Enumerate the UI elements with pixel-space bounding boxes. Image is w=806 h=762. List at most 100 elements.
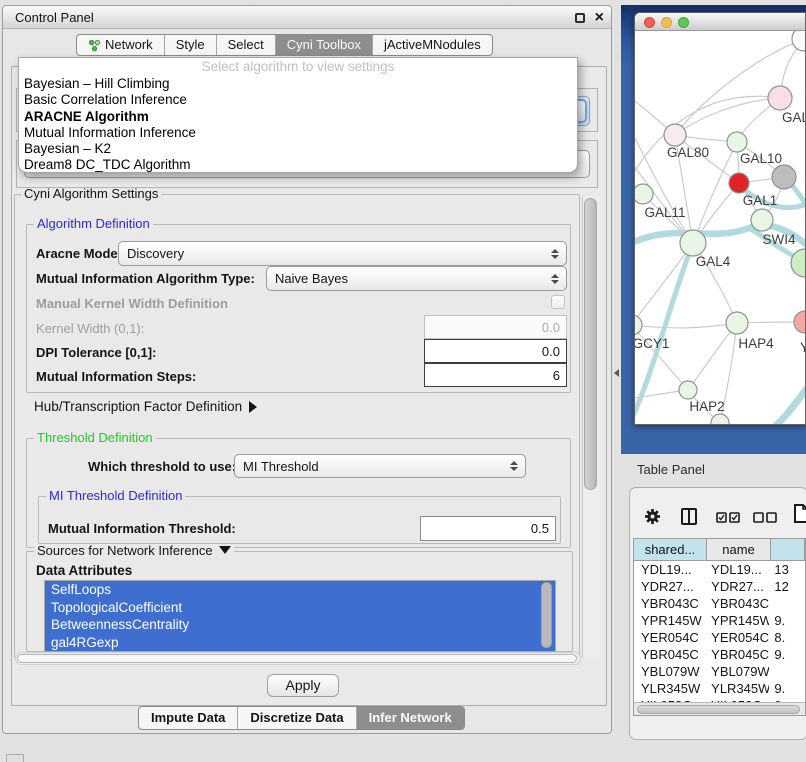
apply-button[interactable]: Apply	[267, 674, 339, 697]
tab-infer-network[interactable]: Infer Network	[356, 707, 464, 729]
list-scrollbar-thumb[interactable]	[541, 582, 552, 648]
network-node[interactable]	[772, 165, 796, 189]
close-traffic-light-icon[interactable]	[644, 17, 655, 28]
tab-impute-data[interactable]: Impute Data	[139, 707, 237, 729]
which-threshold-combobox[interactable]: MI Threshold	[234, 454, 526, 478]
data-attributes-label: Data Attributes	[36, 563, 132, 578]
zoom-traffic-light-icon[interactable]	[678, 17, 689, 28]
select-all-checkboxes-icon[interactable]	[716, 512, 740, 523]
network-node[interactable]	[768, 86, 792, 110]
network-node-label: SWI4	[762, 232, 795, 247]
network-node[interactable]	[726, 312, 748, 334]
network-node-label: GAL4	[696, 254, 731, 269]
network-window-titlebar[interactable]	[635, 13, 805, 31]
aracne-mode-value: Discovery	[127, 246, 184, 261]
table-cell: YLR345W	[634, 680, 706, 697]
network-node[interactable]	[711, 414, 729, 425]
network-node[interactable]	[727, 132, 747, 152]
table-settings-gear-icon[interactable]	[644, 508, 661, 525]
network-node-label: GAL1	[743, 193, 778, 208]
list-item[interactable]: SelfLoops	[45, 581, 555, 599]
sources-group-title[interactable]: Sources for Network Inference	[34, 544, 234, 558]
splitpane-collapse-icon[interactable]	[614, 369, 619, 377]
list-item[interactable]: gal4RGexp	[45, 634, 555, 652]
network-canvas[interactable]: GALGAL80GAL10GAL1GAL11SWI4GAL4GCY1HAP4YH…	[635, 31, 805, 424]
network-node[interactable]	[635, 315, 642, 335]
tab-cyni-toolbox[interactable]: Cyni Toolbox	[275, 35, 372, 55]
close-icon[interactable]: ×	[595, 7, 604, 28]
minimized-panel-widget[interactable]	[6, 754, 24, 762]
settings-vscrollbar-thumb[interactable]	[584, 198, 597, 490]
table-row[interactable]: YLR345WYLR345W9.	[634, 680, 805, 697]
tab-label: Style	[176, 37, 205, 53]
table-cell: YDR27...	[634, 578, 706, 595]
algorithm-option[interactable]: Bayesian – K2	[19, 141, 577, 157]
float-window-icon[interactable]	[575, 13, 585, 23]
table-cell	[769, 595, 805, 612]
network-node-label: GCY1	[635, 336, 669, 351]
hub-definition-expander[interactable]: Hub/Transcription Factor Definition	[34, 399, 257, 414]
table-cell: 9.	[769, 612, 805, 629]
table-hscrollbar-thumb[interactable]	[637, 705, 800, 714]
table-row[interactable]: YER054CYER054C8.	[634, 629, 805, 646]
list-item[interactable]: BetweennessCentrality	[45, 616, 555, 634]
algorithm-option[interactable]: Basic Correlation Inference	[19, 92, 577, 108]
settings-hscrollbar-thumb[interactable]	[17, 654, 577, 663]
network-node[interactable]	[680, 230, 706, 256]
table-cell: 8.	[769, 629, 805, 646]
tab-label: Infer Network	[369, 710, 452, 726]
threshold-definition-title: Threshold Definition	[34, 431, 156, 445]
network-node[interactable]	[664, 124, 686, 146]
aracne-mode-combobox[interactable]: Discovery	[118, 241, 567, 266]
network-node[interactable]	[792, 31, 806, 51]
network-node[interactable]	[729, 173, 749, 193]
column-header-shared-name[interactable]: shared...	[634, 539, 707, 560]
list-item[interactable]: TopologicalCoefficient	[45, 599, 555, 617]
table-cell: YBR045C	[706, 646, 769, 663]
column-header-name[interactable]: name	[707, 539, 771, 560]
table-row[interactable]: YPR145WYPR145W9.	[634, 612, 805, 629]
minimize-traffic-light-icon[interactable]	[661, 17, 672, 28]
network-view-window[interactable]: GALGAL80GAL10GAL1GAL11SWI4GAL4GCY1HAP4YH…	[634, 12, 806, 425]
algorithm-option-selected[interactable]: ARACNE Algorithm	[19, 109, 577, 125]
expand-right-icon	[249, 401, 257, 413]
network-node[interactable]	[794, 311, 806, 333]
which-threshold-value: MI Threshold	[243, 459, 319, 474]
table-body: YDL19...YDL19...13YDR27...YDR27...12YBR0…	[634, 561, 805, 704]
tab-label: Cyni Toolbox	[287, 37, 361, 53]
network-node[interactable]	[751, 209, 773, 231]
algorithm-dropdown-popup: Select algorithm to view settings Bayesi…	[18, 57, 578, 173]
tab-select[interactable]: Select	[216, 35, 275, 55]
cyni-bottom-tabbar: Impute Data Discretize Data Infer Networ…	[138, 706, 465, 730]
network-node-label: GAL	[782, 110, 806, 125]
data-attributes-list[interactable]: SelfLoops TopologicalCoefficient Between…	[44, 580, 556, 652]
table-hscrollbar-track[interactable]	[634, 702, 805, 715]
tab-network[interactable]: Network	[77, 35, 164, 55]
export-table-icon[interactable]	[794, 504, 806, 523]
tab-style[interactable]: Style	[164, 35, 216, 55]
mi-steps-field[interactable]: 6	[424, 363, 567, 387]
tab-discretize-data[interactable]: Discretize Data	[237, 707, 355, 729]
table-row[interactable]: YDL19...YDL19...13	[634, 561, 805, 578]
algorithm-option[interactable]: Bayesian – Hill Climbing	[19, 76, 577, 92]
table-row[interactable]: YDR27...YDR27...12	[634, 578, 805, 595]
table-columns-icon[interactable]	[681, 508, 697, 525]
deselect-all-checkboxes-icon[interactable]	[753, 512, 777, 523]
network-node[interactable]	[635, 184, 653, 204]
column-header-clipped[interactable]	[771, 539, 805, 560]
hub-definition-label: Hub/Transcription Factor Definition	[34, 399, 242, 414]
tab-jactivemnodules[interactable]: jActiveMNodules	[372, 35, 492, 55]
network-node-label: GAL10	[740, 151, 782, 166]
algorithm-option[interactable]: Dream8 DC_TDC Algorithm	[19, 157, 577, 173]
dpi-tolerance-field[interactable]: 0.0	[424, 339, 567, 363]
table-row[interactable]: YBR043CYBR043C	[634, 595, 805, 612]
table-cell: YBR043C	[706, 595, 769, 612]
network-node[interactable]	[679, 381, 697, 399]
manual-kernel-checkbox[interactable]	[551, 295, 565, 309]
mi-threshold-field[interactable]: 0.5	[420, 516, 556, 541]
dpi-tolerance-label: DPI Tolerance [0,1]:	[36, 345, 156, 360]
algorithm-option[interactable]: Mutual Information Inference	[19, 125, 577, 141]
table-row[interactable]: YBR045CYBR045C9.	[634, 646, 805, 663]
mi-type-combobox[interactable]: Naive Bayes	[266, 266, 567, 291]
table-row[interactable]: YBL079WYBL079W	[634, 663, 805, 680]
